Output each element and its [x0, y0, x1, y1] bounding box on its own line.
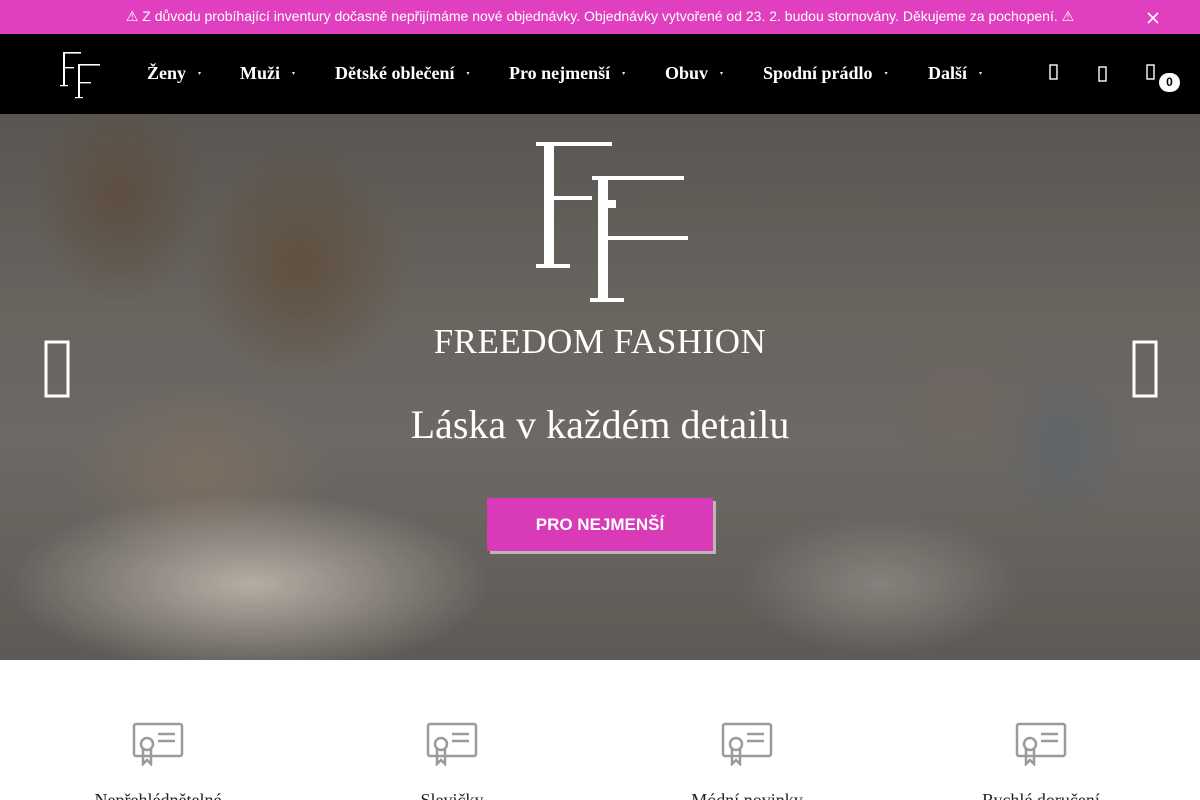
close-icon[interactable] — [1145, 10, 1161, 26]
ff-logo-icon — [60, 52, 100, 99]
certificate-icon — [132, 722, 184, 768]
search-icon[interactable] — [1045, 62, 1063, 84]
chevron-down-icon: ▾ — [979, 70, 983, 77]
chevron-left-icon[interactable] — [43, 340, 73, 400]
features-strip: Nepřehlédnětelné Slevičky Módní novinky … — [0, 660, 1200, 800]
chevron-down-icon: ▾ — [292, 70, 296, 77]
chevron-down-icon: ▾ — [622, 70, 626, 77]
certificate-icon — [1015, 722, 1067, 768]
chevron-right-icon[interactable] — [1131, 340, 1161, 400]
nav-item-spodni-pradlo[interactable]: Spodní prádlo ▾ — [763, 62, 888, 85]
site-header: Ženy ▾ Muži ▾ Dětské oblečení ▾ Pro nejmenš… — [0, 34, 1200, 114]
user-icon[interactable] — [1094, 62, 1112, 84]
feature-label: Slevičky — [420, 790, 484, 800]
nav-label: Spodní prádlo — [763, 63, 873, 83]
nav-item-obuv[interactable]: Obuv ▾ — [665, 62, 723, 85]
hero-brand-name: FREEDOM FASHION — [433, 322, 767, 361]
nav-label: Ženy — [147, 63, 187, 83]
chevron-down-icon: ▾ — [466, 70, 470, 77]
nav-label: Muži — [240, 63, 280, 83]
shop-baby-button[interactable]: PRO NEJMENŠÍ — [487, 498, 713, 551]
feature-label: Rychlé doručení — [982, 790, 1100, 800]
nav-item-pro-nejmensi[interactable]: Pro nejmenší ▾ — [509, 62, 625, 85]
cart-count-badge: 0 — [1159, 73, 1180, 92]
chevron-down-icon: ▾ — [884, 70, 888, 77]
logo[interactable] — [58, 50, 108, 100]
nav-item-zeny[interactable]: Ženy ▾ — [147, 62, 201, 85]
ff-logo-icon — [536, 142, 688, 302]
nav-label: Dětské oblečení — [335, 63, 455, 83]
feature-item: Módní novinky — [627, 722, 867, 800]
certificate-icon — [426, 722, 478, 768]
feature-item: Slevičky — [332, 722, 572, 800]
nav-item-muzi[interactable]: Muži ▾ — [240, 62, 295, 85]
nav-item-detske-obleceni[interactable]: Dětské oblečení ▾ — [335, 62, 470, 85]
hero-headline: Láska v každém detailu — [410, 402, 790, 447]
hero-logo — [530, 140, 696, 306]
feature-item: Nepřehlédnětelné — [38, 722, 278, 800]
nav-label: Další — [928, 63, 968, 83]
chevron-down-icon: ▾ — [198, 70, 202, 77]
feature-label: Módní novinky — [691, 790, 803, 800]
feature-label: Nepřehlédnětelné — [94, 790, 222, 800]
announcement-text: ⚠ Z důvodu probíhající inventury dočasně… — [125, 8, 1075, 24]
chevron-down-icon: ▾ — [720, 70, 724, 77]
certificate-icon — [721, 722, 773, 768]
hero-slider: FREEDOM FASHION Láska v každém detailu P… — [0, 114, 1200, 660]
nav-label: Obuv — [665, 63, 709, 83]
nav-label: Pro nejmenší — [509, 63, 611, 83]
nav-item-dalsi[interactable]: Další ▾ — [928, 62, 982, 85]
feature-item: Rychlé doručení — [921, 722, 1161, 800]
announcement-bar: ⚠ Z důvodu probíhající inventury dočasně… — [0, 0, 1200, 34]
